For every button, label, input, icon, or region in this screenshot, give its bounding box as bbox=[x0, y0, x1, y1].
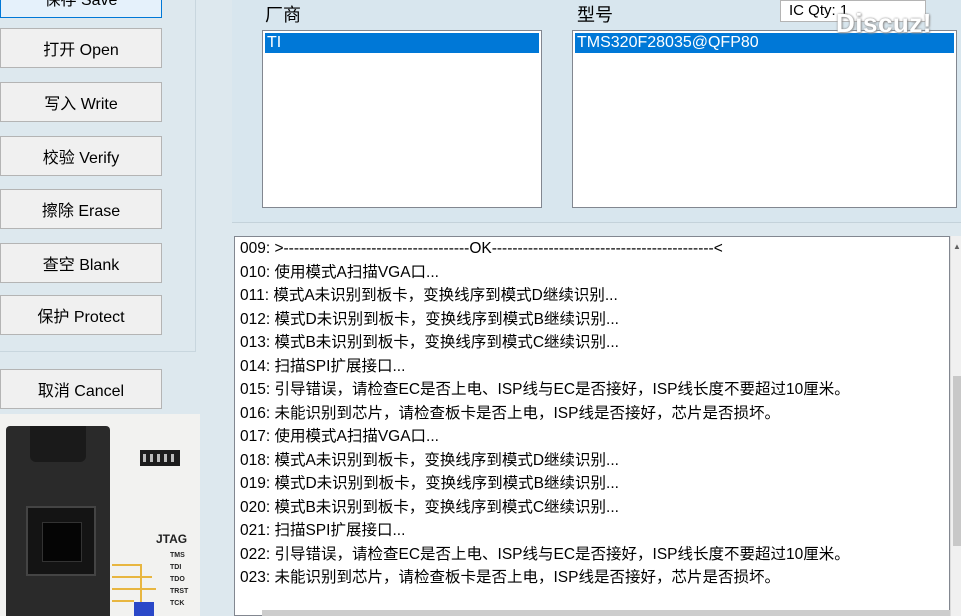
log-line: 012: 模式D未识别到板卡，变换线序到模式B继续识别... bbox=[240, 310, 619, 328]
log-line: 016: 未能识别到芯片，请检查板卡是否上电，ISP线是否接好，芯片是否损坏。 bbox=[240, 404, 780, 422]
save-button[interactable]: 保存 Save bbox=[0, 0, 162, 18]
log-vertical-scrollbar[interactable]: ▲ bbox=[950, 236, 961, 616]
vendor-listbox[interactable]: TI bbox=[262, 30, 542, 208]
chip-socket-image bbox=[6, 426, 110, 616]
write-button[interactable]: 写入 Write bbox=[0, 82, 162, 122]
jtag-label: JTAG bbox=[156, 532, 188, 546]
watermark-text: Discuz! bbox=[836, 8, 932, 38]
model-label: 型号 bbox=[577, 5, 613, 25]
left-panel: 保存 Save 打开 Open 写入 Write 校验 Verify 擦除 Er… bbox=[0, 0, 200, 616]
pcb-trace bbox=[112, 564, 142, 566]
log-line: 017: 使用模式A扫描VGA口... bbox=[240, 428, 439, 445]
pcb-trace bbox=[140, 564, 142, 604]
jtag-pin-label: TDO bbox=[170, 576, 185, 583]
blue-component-image bbox=[134, 602, 154, 616]
log-line: 014: 扫描SPI扩展接口... bbox=[240, 357, 406, 375]
programmer-photo: JTAG TMS TDI TDO TRST TCK bbox=[0, 414, 200, 616]
cancel-button[interactable]: 取消 Cancel bbox=[0, 369, 162, 409]
log-line: 010: 使用模式A扫描VGA口... bbox=[240, 263, 439, 281]
log-line: 009: >----------------------------------… bbox=[240, 240, 723, 257]
log-line: 020: 模式B未识别到板卡，变换线序到模式C继续识别... bbox=[240, 498, 619, 516]
log-line: 022: 引导错误，请检查EC是否上电、ISP线与EC是否接好，ISP线长度不要… bbox=[240, 545, 850, 563]
jtag-pin-labels: TMS TDI TDO TRST TCK bbox=[170, 550, 188, 610]
scrollbar-thumb[interactable] bbox=[953, 376, 961, 546]
jtag-pin-label: TMS bbox=[170, 552, 185, 559]
log-line: 023: 未能识别到芯片，请检查板卡是否上电，ISP线是否接好，芯片是否损坏。 bbox=[240, 569, 780, 586]
pcb-trace bbox=[112, 600, 134, 602]
log-line: 011: 模式A未识别到板卡，变换线序到模式D继续识别... bbox=[240, 287, 618, 304]
jtag-pin-label: TRST bbox=[170, 588, 189, 595]
log-line: 021: 扫描SPI扩展接口... bbox=[240, 522, 406, 539]
socket-cavity bbox=[26, 506, 96, 576]
model-listbox[interactable]: TMS320F28035@QFP80 bbox=[572, 30, 957, 208]
protect-button[interactable]: 保护 Protect bbox=[0, 295, 162, 335]
pin-header-image bbox=[140, 450, 180, 466]
open-button[interactable]: 打开 Open bbox=[0, 28, 162, 68]
scroll-up-arrow-icon[interactable]: ▲ bbox=[953, 242, 961, 251]
log-horizontal-scrollbar-thumb[interactable] bbox=[262, 610, 950, 616]
chip-image bbox=[42, 522, 82, 562]
socket-lid bbox=[30, 426, 86, 462]
jtag-pin-label: TDI bbox=[170, 564, 182, 571]
vendor-label: 厂商 bbox=[265, 5, 301, 25]
log-line: 019: 模式D未识别到板卡，变换线序到模式B继续识别... bbox=[240, 475, 619, 492]
verify-button[interactable]: 校验 Verify bbox=[0, 136, 162, 176]
log-line: 013: 模式B未识别到板卡，变换线序到模式C继续识别... bbox=[240, 334, 619, 351]
log-output[interactable]: 009: >----------------------------------… bbox=[234, 236, 950, 616]
pcb-trace bbox=[112, 576, 152, 578]
vendor-list-item-selected[interactable]: TI bbox=[265, 33, 539, 53]
erase-button[interactable]: 擦除 Erase bbox=[0, 189, 162, 229]
log-line: 018: 模式A未识别到板卡，变换线序到模式D继续识别... bbox=[240, 451, 619, 469]
blank-button[interactable]: 查空 Blank bbox=[0, 243, 162, 283]
log-line: 015: 引导错误，请检查EC是否上电、ISP线与EC是否接好，ISP线长度不要… bbox=[240, 381, 850, 398]
pcb-trace bbox=[112, 588, 156, 590]
jtag-pin-label: TCK bbox=[170, 600, 185, 607]
